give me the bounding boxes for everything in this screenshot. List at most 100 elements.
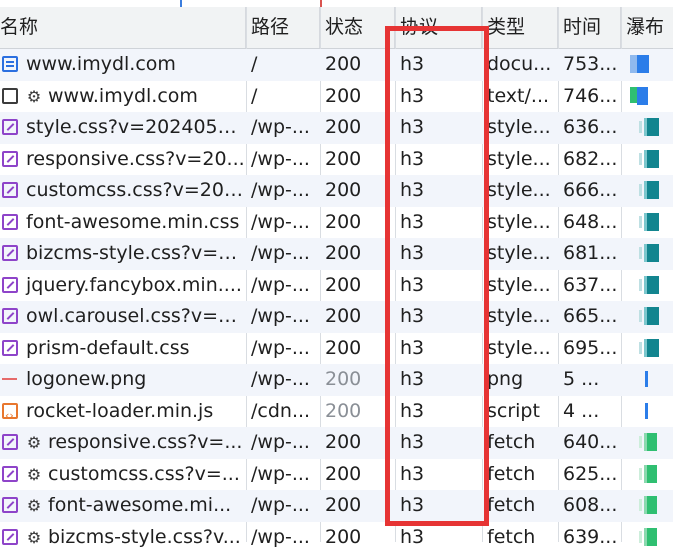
waterfall-bar (647, 465, 657, 483)
waterfall-cell (621, 49, 673, 81)
column-header-type[interactable]: 类型 (482, 7, 558, 48)
table-row[interactable]: ⚙customcss.css?v=.../wp-...200h3fetch625… (0, 459, 673, 491)
request-time: 639... (558, 522, 621, 553)
request-name: rocket-loader.min.js (26, 400, 213, 422)
table-row[interactable]: responsive.css?v=20.../wp-...200h3style.… (0, 144, 673, 176)
stylesheet-icon (2, 214, 18, 230)
service-worker-gear-icon: ⚙ (26, 522, 42, 553)
request-status: 200 (320, 522, 395, 553)
waterfall-cell (621, 396, 673, 428)
request-type: fetch (482, 459, 558, 491)
column-header-name[interactable]: 名称 (0, 7, 246, 48)
waterfall-cell (621, 144, 673, 176)
request-status: 200 (320, 396, 395, 428)
request-name-cell: ⚙ www.imydl.com (0, 81, 246, 113)
request-type: docu... (482, 49, 558, 81)
waterfall-bar (637, 55, 649, 73)
table-row[interactable]: font-awesome.min.css/wp-...200h3style...… (0, 207, 673, 239)
waterfall-cell (621, 270, 673, 302)
column-header-waterfall[interactable]: 瀑布 (621, 7, 673, 48)
request-name-cell: www.imydl.com (0, 49, 246, 81)
table-row[interactable]: customcss.css?v=202.../wp-...200h3style.… (0, 175, 673, 207)
waterfall-cell (621, 490, 673, 522)
request-time: 681... (558, 238, 621, 270)
table-row[interactable]: bizcms-style.css?v=2.../wp-...200h3style… (0, 238, 673, 270)
request-time: 5 ... (558, 364, 621, 396)
table-row[interactable]: owl.carousel.css?v=2.../wp-...200h3style… (0, 301, 673, 333)
request-path: /cdn... (246, 396, 320, 428)
timeline-marker-red (320, 0, 322, 7)
table-row[interactable]: ⚙responsive.css?v=.../wp-...200h3fetch64… (0, 427, 673, 459)
request-path: /wp-... (246, 427, 320, 459)
request-time: 753... (558, 49, 621, 81)
service-worker-gear-icon: ⚙ (26, 81, 42, 113)
request-path: /wp-... (246, 333, 320, 365)
waterfall-bar (647, 496, 657, 514)
table-row[interactable]: ⚙www.imydl.com/200h3text/...746... (0, 81, 673, 113)
column-header-time[interactable]: 时间 (558, 7, 621, 48)
blank-doc-icon (2, 88, 18, 104)
request-name-cell: ⚙ bizcms-style.css?v... (0, 522, 246, 553)
image-icon (2, 371, 18, 387)
table-row[interactable]: ⚙font-awesome.mi.../wp-...200h3fetch608.… (0, 490, 673, 522)
waterfall-bar (630, 87, 637, 103)
request-type: style... (482, 144, 558, 176)
request-name: font-awesome.mi... (48, 494, 231, 516)
request-time: 682... (558, 144, 621, 176)
request-name: bizcms-style.css?v... (48, 526, 241, 548)
request-name: style.css?v=2024050... (26, 116, 246, 138)
stylesheet-icon (2, 245, 18, 261)
waterfall-cell (621, 238, 673, 270)
stylesheet-icon (2, 529, 18, 545)
request-path: /wp-... (246, 238, 320, 270)
stylesheet-icon (2, 182, 18, 198)
request-path: /wp-... (246, 522, 320, 553)
request-path: /wp-... (246, 459, 320, 491)
waterfall-bar (639, 247, 642, 259)
column-header-path[interactable]: 路径 (246, 7, 320, 48)
timeline-marker-blue (180, 0, 182, 7)
table-row[interactable]: www.imydl.com/200h3docu...753... (0, 49, 673, 81)
request-status: 200 (320, 364, 395, 396)
document-icon (2, 56, 18, 72)
request-type: style... (482, 333, 558, 365)
request-name-cell: responsive.css?v=20... (0, 144, 246, 176)
request-name: owl.carousel.css?v=2... (26, 305, 246, 327)
waterfall-cell (621, 522, 673, 553)
waterfall-cell (621, 175, 673, 207)
request-name: prism-default.css (26, 337, 190, 359)
request-name-cell: customcss.css?v=202... (0, 175, 246, 207)
request-time: 625... (558, 459, 621, 491)
table-row[interactable]: style.css?v=2024050.../wp-...200h3style.… (0, 112, 673, 144)
request-name: www.imydl.com (26, 53, 176, 75)
request-type: fetch (482, 490, 558, 522)
table-row[interactable]: logonew.png/wp-...200h3png5 ... (0, 364, 673, 396)
table-row[interactable]: jquery.fancybox.min..../wp-...200h3style… (0, 270, 673, 302)
request-name-cell: font-awesome.min.css (0, 207, 246, 239)
request-path: / (246, 49, 320, 81)
waterfall-bar (647, 213, 659, 231)
request-time: 695... (558, 333, 621, 365)
waterfall-bar (639, 436, 642, 448)
column-header-status[interactable]: 状态 (320, 7, 395, 48)
request-name: customcss.css?v=... (48, 463, 240, 485)
request-type: style... (482, 207, 558, 239)
table-row[interactable]: ⚙bizcms-style.css?v.../wp-...200h3fetch6… (0, 522, 673, 553)
request-type: style... (482, 175, 558, 207)
protocol-column-highlight (385, 26, 489, 526)
request-name: www.imydl.com (48, 85, 198, 107)
request-status: 200 (320, 270, 395, 302)
waterfall-bar (639, 279, 642, 291)
waterfall-bar (647, 433, 657, 451)
table-row[interactable]: prism-default.css/wp-...200h3style...695… (0, 333, 673, 365)
request-name-cell: bizcms-style.css?v=2... (0, 238, 246, 270)
waterfall-bar (639, 342, 642, 354)
request-name: customcss.css?v=202... (26, 179, 246, 201)
request-time: 636... (558, 112, 621, 144)
request-status: 200 (320, 301, 395, 333)
network-request-list: www.imydl.com/200h3docu...753...⚙www.imy… (0, 49, 673, 553)
table-row[interactable]: rocket-loader.min.js/cdn...200h3script4 … (0, 396, 673, 428)
service-worker-gear-icon: ⚙ (26, 427, 42, 459)
request-type: style... (482, 301, 558, 333)
waterfall-bar (639, 153, 642, 165)
